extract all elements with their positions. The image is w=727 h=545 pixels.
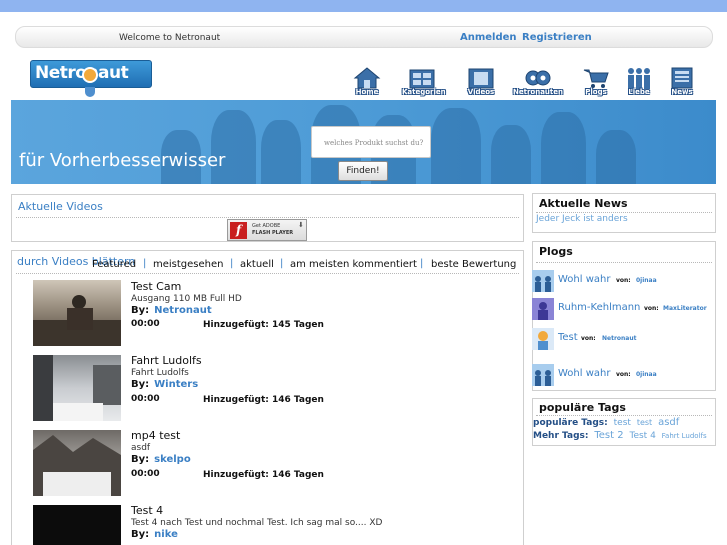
video-byline: By: skelpo (131, 454, 191, 465)
tab-meistgesehen[interactable]: meistgesehen (153, 259, 224, 270)
plog-avatar (532, 364, 554, 386)
get-flash-player-button[interactable]: f Get ADOBE FLASH PLAYER ⬇ (227, 219, 307, 241)
video-added: Hinzugefügt: 146 Tagen (203, 395, 324, 405)
flash-icon: f (236, 223, 242, 237)
video-thumbnail[interactable] (33, 430, 121, 496)
nav-home[interactable]: Home (347, 66, 387, 98)
categories-icon (409, 69, 435, 89)
film-icon (468, 68, 494, 89)
video-duration: 00:00 (131, 469, 160, 479)
house-icon (353, 67, 381, 89)
people-icon (628, 68, 650, 89)
video-byline: By: Winters (131, 379, 199, 390)
nav-liebe[interactable]: Liebe (619, 66, 659, 98)
plogs-title: Plogs (539, 245, 573, 258)
search-button[interactable]: Finden! (338, 161, 388, 181)
nav-videos[interactable]: Videos (461, 66, 501, 98)
tag-link[interactable]: test (637, 418, 652, 427)
download-arrow-icon: ⬇ (298, 221, 304, 229)
tag-link[interactable]: asdf (658, 417, 679, 428)
welcome-bar: Welcome to Netronaut Anmelden Registrier… (15, 26, 713, 48)
video-title[interactable]: Fahrt Ludolfs (131, 354, 202, 367)
plog-avatar (532, 328, 554, 350)
video-thumbnail[interactable] (33, 505, 121, 545)
news-title: Aktuelle News (539, 197, 628, 210)
welcome-text: Welcome to Netronaut (119, 33, 221, 43)
nav-netronauten[interactable]: Netronauten (513, 66, 563, 98)
nav-news[interactable]: News (662, 66, 702, 98)
robots-icon (525, 70, 551, 86)
banner-slogan: für Vorherbesserwisser (19, 150, 226, 171)
video-byline: By: Netronaut (131, 305, 212, 316)
video-description: Ausgang 110 MB Full HD (131, 294, 242, 304)
video-author-link[interactable]: skelpo (154, 454, 191, 465)
video-added: Hinzugefügt: 145 Tagen (203, 320, 324, 330)
video-author-link[interactable]: Netronaut (154, 305, 212, 316)
product-search-input[interactable]: welches Produkt suchst du? (311, 126, 431, 158)
tab-beste-bewertung[interactable]: beste Bewertung (431, 259, 516, 270)
plog-avatar (532, 270, 554, 292)
video-description: asdf (131, 443, 151, 453)
news-panel: Aktuelle News (532, 193, 716, 233)
video-title[interactable]: mp4 test (131, 429, 180, 442)
register-link[interactable]: Registrieren (522, 32, 592, 43)
tags-title: populäre Tags (539, 401, 626, 414)
tab-aktuell[interactable]: aktuell (240, 259, 274, 270)
tag-link[interactable]: Test 2 (594, 430, 623, 441)
tag-link[interactable]: test (614, 418, 631, 428)
tag-link[interactable]: Test 4 (629, 431, 655, 441)
cart-icon (583, 69, 609, 88)
tab-featured[interactable]: Featured (92, 259, 136, 270)
logo-robot-icon (82, 67, 98, 83)
netronaut-logo[interactable]: Netronaut (30, 60, 152, 100)
popular-tags-row: populäre Tags: test test asdf (533, 417, 680, 428)
video-added: Hinzugefügt: 146 Tagen (203, 470, 324, 480)
plog-avatar (532, 298, 554, 320)
newspaper-icon (671, 67, 693, 89)
video-thumbnail[interactable] (33, 355, 121, 421)
tab-meist-kommentiert[interactable]: am meisten kommentiert (290, 259, 417, 270)
video-author-link[interactable]: Winters (154, 379, 198, 390)
videos-panel-title: Aktuelle Videos (18, 200, 103, 213)
nav-plogs[interactable]: Plogs (576, 66, 616, 98)
nav-kategorien[interactable]: Kategorien (402, 66, 446, 98)
news-item-link[interactable]: Jeder Jeck ist anders (536, 214, 628, 224)
video-thumbnail[interactable] (33, 280, 121, 346)
top-color-band (0, 0, 727, 12)
video-title[interactable]: Test Cam (131, 280, 181, 293)
more-tags-row: Mehr Tags: Test 2 Test 4 Fahrt Ludolfs (533, 430, 707, 441)
video-duration: 00:00 (131, 394, 160, 404)
login-link[interactable]: Anmelden (460, 32, 517, 43)
video-description: Test 4 nach Test und nochmal Test. Ich s… (131, 518, 383, 528)
video-author-link[interactable]: nike (154, 529, 178, 540)
video-title[interactable]: Test 4 (131, 504, 163, 517)
tag-link[interactable]: Fahrt Ludolfs (662, 432, 707, 440)
video-duration: 00:00 (131, 319, 160, 329)
video-byline: By: nike (131, 529, 178, 540)
video-description: Fahrt Ludolfs (131, 368, 189, 378)
